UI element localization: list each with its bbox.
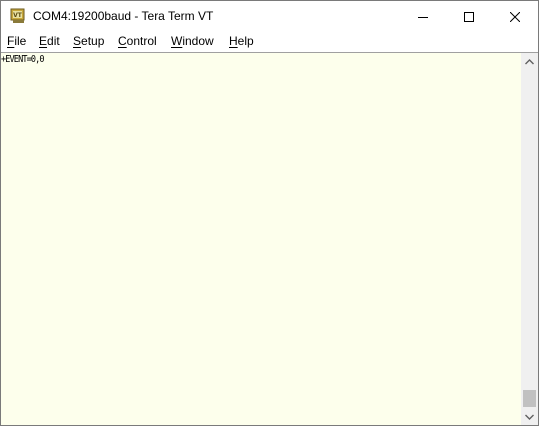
window-title: COM4:19200baud - Tera Term VT: [33, 9, 214, 23]
scroll-up-button[interactable]: [521, 53, 538, 70]
menu-setup[interactable]: Setup: [73, 34, 104, 48]
menu-help-label: elp: [237, 34, 254, 48]
scroll-down-button[interactable]: [521, 408, 538, 425]
title-bar[interactable]: VT COM4:19200baud - Tera Term VT: [1, 1, 538, 32]
menu-window-access-key: W: [171, 34, 183, 48]
minimize-icon: [418, 16, 428, 18]
menu-control-label: ontrol: [126, 34, 157, 48]
menu-control[interactable]: Control: [118, 34, 157, 48]
menu-help-access-key: H: [229, 34, 238, 48]
teraterm-vt-icon[interactable]: VT: [10, 8, 26, 24]
minimize-button[interactable]: [400, 1, 446, 32]
menu-file-access-key: F: [7, 34, 15, 48]
scroll-up-arrow-icon: [525, 58, 534, 64]
menu-edit-access-key: E: [39, 34, 48, 48]
scroll-thumb[interactable]: [523, 390, 536, 407]
maximize-button[interactable]: [446, 1, 492, 32]
close-button[interactable]: [492, 1, 538, 32]
terminal-screen[interactable]: +EVENT=0,0: [1, 53, 521, 425]
close-icon: [510, 11, 520, 22]
menu-file-label: ile: [14, 34, 27, 48]
svg-text:VT: VT: [13, 12, 23, 19]
menu-edit[interactable]: Edit: [39, 34, 60, 48]
menu-file[interactable]: File: [7, 34, 26, 48]
menu-help[interactable]: Help: [229, 34, 254, 48]
scroll-down-arrow-icon: [525, 414, 534, 420]
menu-setup-access-key: S: [73, 34, 82, 48]
menu-edit-label: dit: [47, 34, 60, 48]
menu-window[interactable]: Window: [171, 34, 214, 48]
menu-bar: File Edit Setup Control Window Help: [1, 32, 538, 52]
menu-control-access-key: C: [118, 34, 127, 48]
menu-setup-label: etup: [81, 34, 105, 48]
menu-window-label: indow: [182, 34, 214, 48]
maximize-icon: [464, 11, 474, 22]
terminal-line: +EVENT=0,0: [1, 54, 45, 65]
vertical-scrollbar[interactable]: [521, 53, 538, 425]
tera-term-window: VT COM4:19200baud - Tera Term VT File Ed…: [0, 0, 539, 426]
